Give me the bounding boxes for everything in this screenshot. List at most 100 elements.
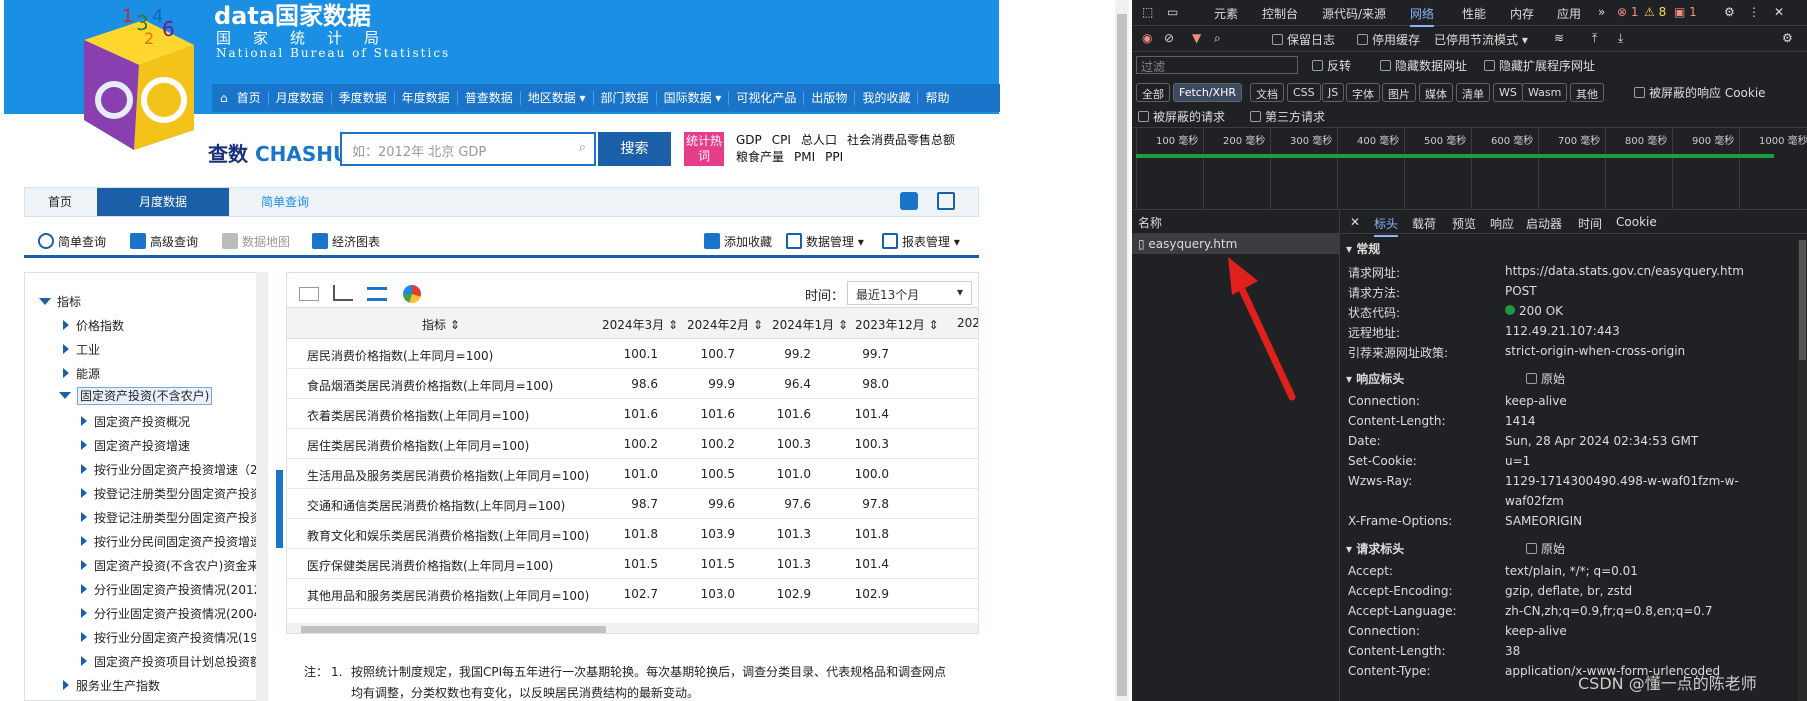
- hot-link[interactable]: 总人口: [801, 133, 837, 147]
- section-header[interactable]: ▾ 请求标头 原始: [1346, 540, 1565, 557]
- raw-toggle[interactable]: 原始: [1526, 540, 1565, 557]
- scroll-thumb[interactable]: [1117, 14, 1127, 696]
- filter-chip-manifest[interactable]: 清单: [1456, 83, 1490, 102]
- more-options-icon[interactable]: ⋮: [1748, 5, 1760, 19]
- filter-chip-other[interactable]: 其他: [1570, 83, 1604, 102]
- report-manage-menu[interactable]: 报表管理 ▾: [882, 233, 960, 250]
- blocked-requests-checkbox[interactable]: 被屏蔽的请求: [1138, 108, 1225, 125]
- filter-chip-doc[interactable]: 文档: [1250, 83, 1284, 102]
- tree-child[interactable]: 按行业分固定资产投资情况(199: [81, 629, 265, 646]
- throttle-select[interactable]: 已停用节流模式 ▾: [1434, 31, 1528, 48]
- column-header[interactable]: 2024年2月 ⇕: [687, 316, 763, 333]
- preserve-log-checkbox[interactable]: 保留日志: [1272, 31, 1335, 48]
- invert-checkbox[interactable]: 反转: [1312, 57, 1351, 74]
- add-favorite-button[interactable]: 添加收藏: [704, 233, 772, 250]
- tree-child[interactable]: 固定资产投资概况: [81, 413, 190, 430]
- tab-timing[interactable]: 时间: [1578, 215, 1602, 232]
- tree-scrollbar[interactable]: [256, 272, 268, 701]
- nav-item[interactable]: 普查数据: [458, 91, 521, 105]
- network-settings-icon[interactable]: ⚙: [1782, 31, 1793, 45]
- more-tabs-icon[interactable]: »: [1598, 5, 1605, 19]
- name-column-header[interactable]: 名称: [1132, 210, 1340, 234]
- tree-child[interactable]: 按行业分民间固定资产投资增速: [81, 533, 262, 550]
- nav-item[interactable]: 可视化产品: [729, 91, 805, 105]
- tab-performance[interactable]: 性能: [1462, 5, 1486, 22]
- export-har-icon[interactable]: ⤓: [1618, 31, 1623, 46]
- tree-child[interactable]: 按行业分固定资产投资增速（20: [81, 461, 265, 478]
- tab-network[interactable]: 网络: [1410, 5, 1435, 27]
- advanced-query-tab[interactable]: 高级查询: [130, 233, 198, 250]
- section-header[interactable]: ▾ 响应标头 原始: [1346, 370, 1565, 387]
- filter-chip-js[interactable]: JS: [1322, 83, 1345, 102]
- search-button[interactable]: 搜索: [598, 132, 671, 166]
- tree-child[interactable]: 分行业固定资产投资情况(2012-: [81, 581, 265, 598]
- device-toolbar-icon[interactable]: ▭: [1167, 5, 1178, 19]
- tab-application[interactable]: 应用: [1557, 5, 1581, 22]
- tree-item[interactable]: 价格指数: [63, 317, 124, 334]
- clear-icon[interactable]: ⊘: [1164, 31, 1174, 45]
- error-badge[interactable]: ⊗ 1: [1617, 5, 1639, 19]
- tab-response[interactable]: 响应: [1490, 215, 1514, 232]
- nav-item[interactable]: 季度数据: [332, 91, 395, 105]
- scroll-thumb[interactable]: [301, 626, 606, 633]
- table-view-icon[interactable]: [299, 287, 319, 301]
- filter-chip-wasm[interactable]: Wasm: [1522, 83, 1568, 102]
- column-header[interactable]: 2024年1月 ⇕: [772, 316, 848, 333]
- section-header[interactable]: ▾ 常规: [1346, 240, 1380, 257]
- close-detail-icon[interactable]: ✕: [1350, 215, 1360, 229]
- hot-link[interactable]: PMI: [794, 150, 815, 164]
- breadcrumb-simple-query[interactable]: 简单查询: [235, 188, 335, 216]
- column-header[interactable]: 2024年3月 ⇕: [602, 316, 678, 333]
- hide-extension-urls-checkbox[interactable]: 隐藏扩展程序网址: [1484, 57, 1595, 74]
- tab-memory[interactable]: 内存: [1510, 5, 1534, 22]
- tree-child[interactable]: 固定资产投资增速: [81, 437, 190, 454]
- nav-item[interactable]: 地区数据 ▾: [521, 91, 594, 105]
- filter-chip-fetch-xhr[interactable]: Fetch/XHR: [1173, 83, 1242, 102]
- tree-child[interactable]: 按登记注册类型分固定资产投资: [81, 485, 262, 502]
- hot-link[interactable]: PPI: [825, 150, 843, 164]
- issue-badge[interactable]: ▣ 1: [1674, 5, 1697, 19]
- request-row[interactable]: ▯ easyquery.htm: [1132, 234, 1340, 254]
- time-range-select[interactable]: 最近13个月 ▾: [847, 281, 972, 305]
- filter-icon[interactable]: ▼: [1192, 31, 1201, 45]
- tab-headers[interactable]: 标头: [1374, 215, 1399, 237]
- network-conditions-icon[interactable]: ≋: [1554, 31, 1564, 45]
- pie-chart-icon[interactable]: [403, 285, 421, 303]
- raw-toggle[interactable]: 原始: [1526, 370, 1565, 387]
- data-map-tab[interactable]: 数据地图: [222, 233, 290, 250]
- import-har-icon[interactable]: ⤒: [1592, 31, 1597, 46]
- nav-item[interactable]: 年度数据: [395, 91, 458, 105]
- filter-input[interactable]: 过滤: [1136, 56, 1298, 74]
- page-scrollbar[interactable]: [1115, 0, 1129, 701]
- close-icon[interactable]: ✕: [1774, 5, 1784, 19]
- tree-child[interactable]: 固定资产投资(不含农户)资金来: [81, 557, 259, 574]
- tab-cookies[interactable]: Cookie: [1616, 215, 1657, 229]
- settings-gear-icon[interactable]: ⚙: [1724, 5, 1735, 19]
- hot-link[interactable]: CPI: [772, 133, 791, 147]
- nav-item[interactable]: 帮助: [918, 91, 956, 105]
- breadcrumb-monthly[interactable]: 月度数据: [97, 188, 229, 216]
- disable-cache-checkbox[interactable]: 停用缓存: [1357, 31, 1420, 48]
- tree-item[interactable]: 能源: [63, 365, 100, 382]
- hot-link[interactable]: 粮食产量: [736, 150, 784, 164]
- third-party-checkbox[interactable]: 第三方请求: [1250, 108, 1325, 125]
- tree-child[interactable]: 分行业固定资产投资情况(2004-: [81, 605, 265, 622]
- nav-item[interactable]: 月度数据: [269, 91, 332, 105]
- tree-item-selected[interactable]: 固定资产投资(不含农户): [59, 387, 213, 405]
- nav-item[interactable]: 我的收藏: [855, 91, 919, 105]
- table-hscrollbar[interactable]: [287, 623, 978, 633]
- tree-item[interactable]: 服务业生产指数: [63, 677, 160, 694]
- nav-item[interactable]: 国际数据 ▾: [657, 91, 730, 105]
- hot-link[interactable]: GDP: [736, 133, 762, 147]
- simple-query-tab[interactable]: 简单查询: [38, 233, 106, 250]
- breadcrumb-home[interactable]: 首页: [25, 188, 95, 216]
- tree-root[interactable]: 指标: [39, 293, 81, 310]
- filter-chip-media[interactable]: 媒体: [1419, 83, 1453, 102]
- tab-elements[interactable]: 元素: [1214, 5, 1238, 22]
- warning-badge[interactable]: ⚠ 8: [1644, 5, 1666, 19]
- column-header[interactable]: 指标 ⇕: [422, 316, 460, 333]
- scroll-thumb[interactable]: [1799, 240, 1806, 360]
- nav-item[interactable]: 出版物: [804, 91, 856, 105]
- filter-chip-ws[interactable]: WS: [1493, 83, 1523, 102]
- tree-child[interactable]: 固定资产投资项目计划总投资额: [81, 653, 262, 670]
